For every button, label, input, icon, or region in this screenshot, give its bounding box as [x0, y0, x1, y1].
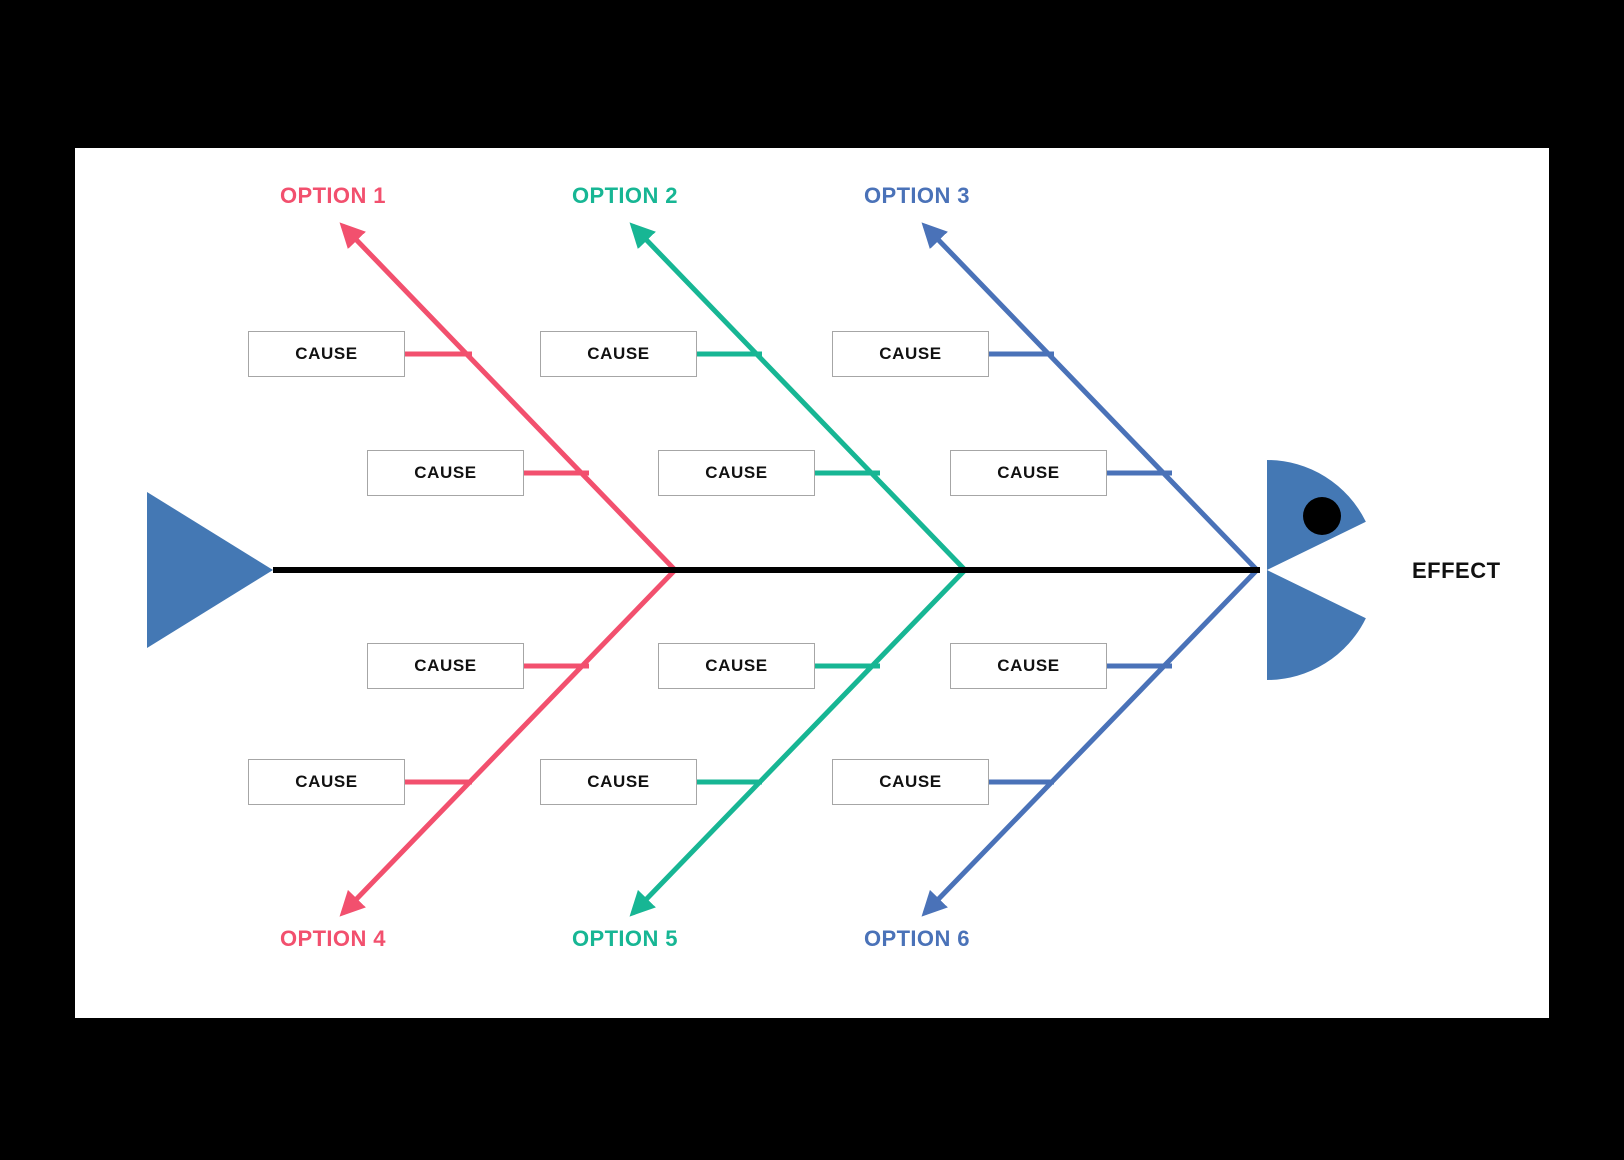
option-label-option5: OPTION 5	[572, 926, 678, 951]
option-label-option2: OPTION 2	[572, 183, 678, 208]
cause-box-option4-2[interactable]: CAUSE	[248, 759, 405, 805]
option-label-option1: OPTION 1	[280, 183, 386, 208]
cause-box-option1-2[interactable]: CAUSE	[367, 450, 524, 496]
fish-eye-icon	[1303, 497, 1341, 535]
branch-bone-option1[interactable]	[339, 222, 677, 572]
screenshot-root: OPTION 1 OPTION 2 OPTION 3 OPTION 4 OPTION 5…	[0, 0, 1624, 1160]
cause-box-option6-1[interactable]: CAUSE	[950, 643, 1107, 689]
option-label-option4: OPTION 4	[280, 926, 386, 951]
branch-bone-option2[interactable]	[629, 222, 967, 572]
cause-box-option2-2[interactable]: CAUSE	[658, 450, 815, 496]
branch-bone-option5[interactable]	[629, 568, 967, 917]
cause-box-option5-2[interactable]: CAUSE	[540, 759, 697, 805]
branch-bone-option6[interactable]	[921, 568, 1259, 917]
branch-bone-option4[interactable]	[339, 568, 677, 917]
fishbone-diagram-canvas: OPTION 1 OPTION 2 OPTION 3 OPTION 4 OPTION 5…	[75, 148, 1549, 1018]
option-label-option3: OPTION 3	[864, 183, 970, 208]
cause-box-option2-1[interactable]: CAUSE	[540, 331, 697, 377]
cause-box-option5-1[interactable]: CAUSE	[658, 643, 815, 689]
option-label-option6: OPTION 6	[864, 926, 970, 951]
effect-label: EFFECT	[1412, 558, 1501, 583]
cause-box-option6-2[interactable]: CAUSE	[832, 759, 989, 805]
fish-head-shape	[1267, 460, 1366, 680]
cause-box-option3-2[interactable]: CAUSE	[950, 450, 1107, 496]
fishbone-svg	[147, 222, 1366, 917]
cause-box-option1-1[interactable]: CAUSE	[248, 331, 405, 377]
fish-tail-shape	[147, 492, 273, 648]
cause-box-option4-1[interactable]: CAUSE	[367, 643, 524, 689]
cause-box-option3-1[interactable]: CAUSE	[832, 331, 989, 377]
branch-bone-option3[interactable]	[921, 222, 1259, 572]
